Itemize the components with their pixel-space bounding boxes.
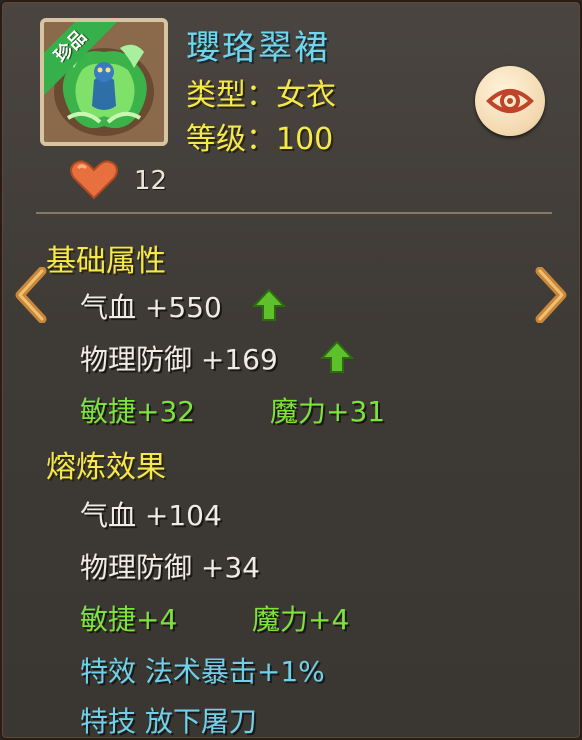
refine-agility-stat: 敏捷+4 [80,603,178,636]
base-magic-stat: 魔力+31 [270,395,386,428]
refine-effects-title: 熔炼效果 [46,450,166,485]
right-arrow-icon[interactable] [532,267,568,323]
item-icon[interactable]: 珍品 [40,18,168,146]
item-level: 等级：100 [186,122,334,157]
up-arrow-icon [252,288,286,321]
like-count: 12 [134,166,168,196]
base-agility-stat: 敏捷+32 [80,395,196,428]
view-button[interactable] [475,66,545,136]
divider [36,212,552,214]
eye-icon [486,89,534,113]
base-attributes-title: 基础属性 [46,244,166,279]
special-effect-stat: 特效 法术暴击+1% [80,655,325,688]
base-hp-stat: 气血 +550 [80,291,222,324]
item-name: 瓔珞翠裙 [186,28,330,68]
special-skill-stat: 特技 放下屠刀 [80,705,257,738]
refine-phys-def-stat: 物理防御 +34 [80,551,260,584]
item-tooltip-panel: 珍品 瓔珞翠裙 类型：女衣 等级：100 12 基础属性 气血 +550 物理防… [0,0,582,740]
heart-icon[interactable] [68,160,120,200]
base-phys-def-stat: 物理防御 +169 [80,343,278,376]
item-type: 类型：女衣 [186,78,336,113]
up-arrow-icon [320,340,354,373]
left-arrow-icon[interactable] [14,267,50,323]
refine-hp-stat: 气血 +104 [80,499,222,532]
refine-magic-stat: 魔力+4 [252,603,350,636]
